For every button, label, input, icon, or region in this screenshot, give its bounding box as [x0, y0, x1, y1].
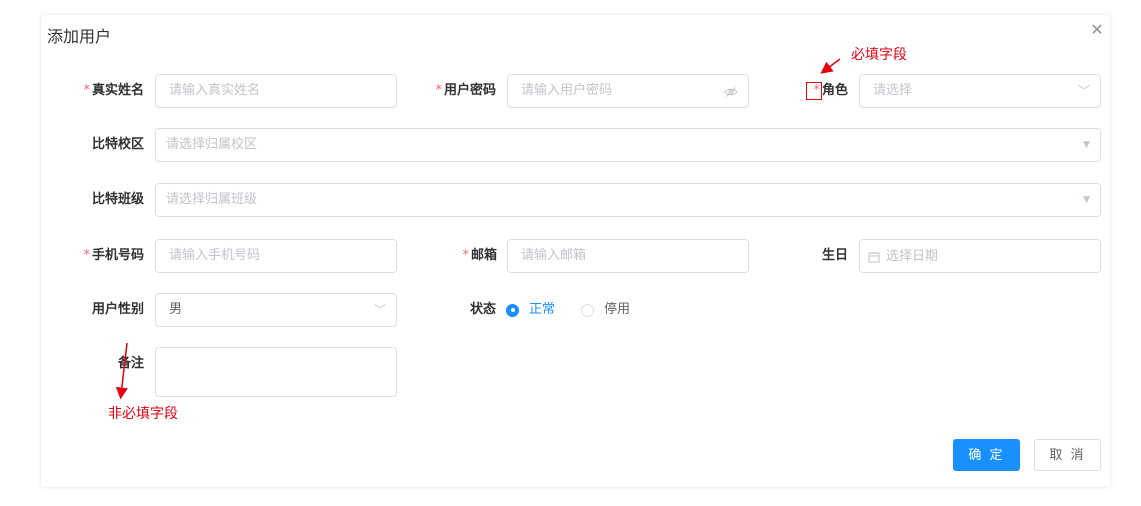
phone-input[interactable]: 请输入手机号码: [155, 239, 397, 273]
campus-label: 比特校区: [92, 137, 145, 152]
required-star: *: [83, 83, 90, 98]
gender-select[interactable]: 男 ﹀: [155, 293, 397, 327]
eye-off-icon[interactable]: [724, 75, 738, 107]
radio-checked-icon: [506, 303, 519, 317]
password-label: * 用户密码: [435, 83, 496, 98]
caret-down-icon: ▼: [1083, 195, 1090, 205]
real-name-input[interactable]: 请输入真实姓名: [155, 74, 397, 108]
birthday-label: 生日: [821, 248, 848, 263]
caret-down-icon: ▼: [1083, 140, 1090, 150]
optional-field-annotation: 非必填字段: [108, 406, 178, 422]
cancel-button[interactable]: 取 消: [1034, 439, 1101, 471]
calendar-icon: [868, 240, 880, 272]
chevron-down-icon: ﹀: [1077, 84, 1090, 98]
radio-unchecked-icon: [581, 303, 595, 317]
required-star-highlight-box: [806, 82, 822, 100]
required-star: *: [462, 248, 469, 263]
remark-label: 备注: [117, 356, 144, 371]
confirm-button[interactable]: 确 定: [953, 439, 1020, 471]
required-star: *: [435, 83, 442, 98]
status-radio-disabled[interactable]: 停用: [581, 293, 630, 327]
email-input[interactable]: 请输入邮箱: [507, 239, 749, 273]
email-label: * 邮箱: [462, 248, 497, 263]
close-icon[interactable]: ✕: [1088, 21, 1106, 39]
status-radio-normal[interactable]: 正常: [506, 293, 555, 327]
birthday-date-picker[interactable]: 选择日期: [859, 239, 1101, 273]
campus-select[interactable]: 请选择归属校区 ▼: [155, 128, 1101, 162]
password-input[interactable]: 请输入用户密码: [507, 74, 749, 108]
required-field-annotation: 必填字段: [851, 47, 907, 63]
phone-label: * 手机号码: [83, 248, 144, 263]
class-select[interactable]: 请选择归属班级 ▼: [155, 183, 1101, 217]
gender-label: 用户性别: [91, 302, 144, 317]
real-name-label: * 真实姓名: [83, 83, 144, 98]
status-label: 状态: [469, 302, 496, 317]
remark-textarea[interactable]: [155, 347, 397, 397]
required-star: *: [83, 248, 90, 263]
class-label: 比特班级: [92, 192, 145, 207]
dialog-title: 添加用户: [47, 27, 112, 46]
chevron-down-icon: ﹀: [373, 303, 386, 317]
role-select[interactable]: 请选择 ﹀: [859, 74, 1101, 108]
status-radio-group: 正常 停用: [506, 293, 656, 327]
